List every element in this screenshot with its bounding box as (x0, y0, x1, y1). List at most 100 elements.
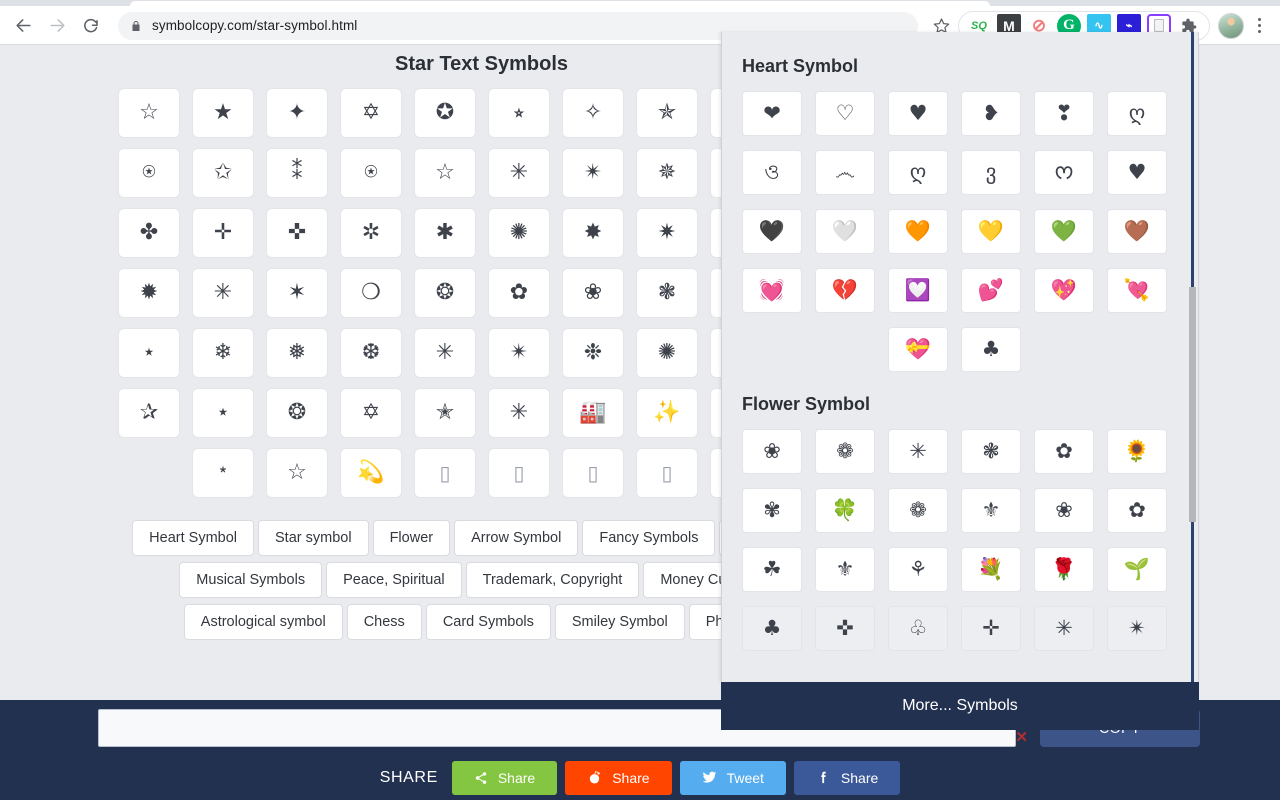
symbol-cell[interactable]: ✵ (636, 148, 698, 198)
symbol-cell[interactable]: ❆ (340, 328, 402, 378)
forward-button[interactable] (40, 9, 74, 43)
symbol-cell[interactable]: ✷ (636, 208, 698, 258)
popup-symbol-cell[interactable]: ❥ (961, 91, 1021, 136)
symbol-cell[interactable]: ✳ (414, 328, 476, 378)
popup-symbol-cell[interactable]: 💖 (1034, 268, 1094, 313)
symbol-cell[interactable]: ✪ (414, 88, 476, 138)
category-chip[interactable]: Musical Symbols (179, 562, 322, 598)
popup-symbol-cell[interactable]: ✿ (1034, 429, 1094, 474)
share-facebook-button[interactable]: Share (794, 761, 900, 795)
popup-symbol-cell[interactable]: 🍀 (815, 488, 875, 533)
symbol-cell[interactable]: ✭ (414, 388, 476, 438)
symbol-cell[interactable]: ✳ (488, 148, 550, 198)
symbol-cell[interactable]: ❉ (562, 328, 624, 378)
popup-symbol-cell[interactable]: ✴ (1107, 606, 1167, 651)
category-chip[interactable]: Fancy Symbols (582, 520, 715, 556)
symbol-cell[interactable]: ❂ (414, 268, 476, 318)
symbol-cell[interactable]: ✯ (636, 88, 698, 138)
symbol-cell[interactable]: ✡ (340, 88, 402, 138)
clear-input-icon[interactable]: ✕ (1015, 728, 1028, 746)
category-chip[interactable]: Chess (347, 604, 422, 640)
symbol-cell[interactable]: ✶ (266, 268, 328, 318)
popup-symbol-cell[interactable]: 💕 (961, 268, 1021, 313)
symbol-cell[interactable]: ✤ (118, 208, 180, 258)
popup-symbol-cell[interactable]: ✳ (1034, 606, 1094, 651)
popup-symbol-cell[interactable]: 🤍 (815, 209, 875, 254)
popup-symbol-cell[interactable]: ♥ (888, 91, 948, 136)
popup-symbol-cell[interactable]: ❀ (742, 429, 802, 474)
share-generic-button[interactable]: Share (452, 761, 557, 795)
popup-symbol-cell[interactable]: ♥ (1107, 150, 1167, 195)
symbol-cell[interactable]: ✴ (488, 328, 550, 378)
category-chip[interactable]: Star symbol (258, 520, 369, 556)
symbol-cell[interactable]: ✿ (488, 268, 550, 318)
symbol-cell[interactable]: ✲ (340, 208, 402, 258)
symbol-cell[interactable]: ✩ (192, 148, 254, 198)
popup-symbol-cell[interactable]: ⚘ (888, 547, 948, 592)
symbol-cell[interactable]: ✧ (562, 88, 624, 138)
symbol-cell[interactable]: ☆ (118, 88, 180, 138)
popup-symbol-cell[interactable]: ☘ (742, 547, 802, 592)
profile-avatar[interactable] (1218, 13, 1244, 39)
popup-symbol-cell[interactable]: 💚 (1034, 209, 1094, 254)
symbol-cell[interactable]: 💫 (340, 448, 402, 498)
popup-symbol-cell[interactable]: ✾ (742, 488, 802, 533)
symbol-cell[interactable]: 🏭 (562, 388, 624, 438)
symbol-cell[interactable]: ⁑ (266, 148, 328, 198)
category-chip[interactable]: Arrow Symbol (454, 520, 578, 556)
symbol-cell[interactable]: ▯ (488, 448, 550, 498)
symbol-cell[interactable]: ❅ (266, 328, 328, 378)
symbol-cell[interactable]: ❄ (192, 328, 254, 378)
symbol-cell[interactable]: ✦ (266, 88, 328, 138)
category-chip[interactable]: Astrological symbol (184, 604, 343, 640)
popup-symbol-cell[interactable]: ✜ (815, 606, 875, 651)
symbol-cell[interactable]: ✛ (192, 208, 254, 258)
back-button[interactable] (6, 9, 40, 43)
symbol-cell[interactable]: ▯ (636, 448, 698, 498)
symbol-cell[interactable]: ﹡ (192, 448, 254, 498)
popup-symbol-cell[interactable]: 💝 (888, 327, 948, 372)
category-chip[interactable]: Trademark, Copyright (466, 562, 640, 598)
symbol-cell[interactable]: ❃ (636, 268, 698, 318)
popup-scrollbar-thumb[interactable] (1189, 287, 1196, 522)
popup-symbol-cell[interactable]: ❤ (742, 91, 802, 136)
symbol-cell[interactable]: ★ (192, 88, 254, 138)
symbol-cell[interactable]: ✸ (562, 208, 624, 258)
popup-symbol-cell[interactable]: 💐 (961, 547, 1021, 592)
symbol-cell[interactable]: ▯ (414, 448, 476, 498)
popup-symbol-cell[interactable]: 💟 (888, 268, 948, 313)
symbol-cell[interactable]: ▯ (562, 448, 624, 498)
popup-symbol-cell[interactable]: 🧡 (888, 209, 948, 254)
symbol-cell[interactable]: ✴ (562, 148, 624, 198)
popup-symbol-cell[interactable]: ვ (961, 150, 1021, 195)
popup-symbol-cell[interactable]: 💘 (1107, 268, 1167, 313)
popup-symbol-cell[interactable]: ᰔ (1034, 150, 1094, 195)
popup-symbol-cell[interactable]: ღ (888, 150, 948, 195)
popup-symbol-cell[interactable]: ✿ (1107, 488, 1167, 533)
popup-symbol-cell[interactable]: ✳ (888, 429, 948, 474)
share-reddit-button[interactable]: Share (565, 761, 671, 795)
popup-symbol-cell[interactable]: ✛ (961, 606, 1021, 651)
symbol-cell[interactable]: ☆ (414, 148, 476, 198)
category-chip[interactable]: Flower (373, 520, 451, 556)
popup-symbol-cell[interactable]: ♧ (888, 606, 948, 651)
symbol-cell[interactable]: ✺ (488, 208, 550, 258)
popup-symbol-cell[interactable]: 🖤 (742, 209, 802, 254)
symbol-cell[interactable]: ⍟ (340, 148, 402, 198)
popup-symbol-cell[interactable]: ❣ (1034, 91, 1094, 136)
popup-symbol-cell[interactable]: 💔 (815, 268, 875, 313)
symbol-cell[interactable]: ❀ (562, 268, 624, 318)
symbol-cell[interactable]: ✰ (118, 388, 180, 438)
symbol-cell[interactable]: ✡ (340, 388, 402, 438)
symbol-cell[interactable]: ✜ (266, 208, 328, 258)
symbol-cell[interactable]: ❍ (340, 268, 402, 318)
category-chip[interactable]: Heart Symbol (132, 520, 254, 556)
symbol-cell[interactable]: ❂ (266, 388, 328, 438)
symbol-cell[interactable]: ✺ (636, 328, 698, 378)
category-chip[interactable]: Peace, Spiritual (326, 562, 462, 598)
popup-symbol-cell[interactable]: ⚜ (815, 547, 875, 592)
symbol-cell[interactable]: ⭒ (488, 88, 550, 138)
symbol-cell[interactable]: ⋆ (192, 388, 254, 438)
popup-symbol-cell[interactable]: ⚜ (961, 488, 1021, 533)
popup-symbol-cell[interactable]: 💛 (961, 209, 1021, 254)
